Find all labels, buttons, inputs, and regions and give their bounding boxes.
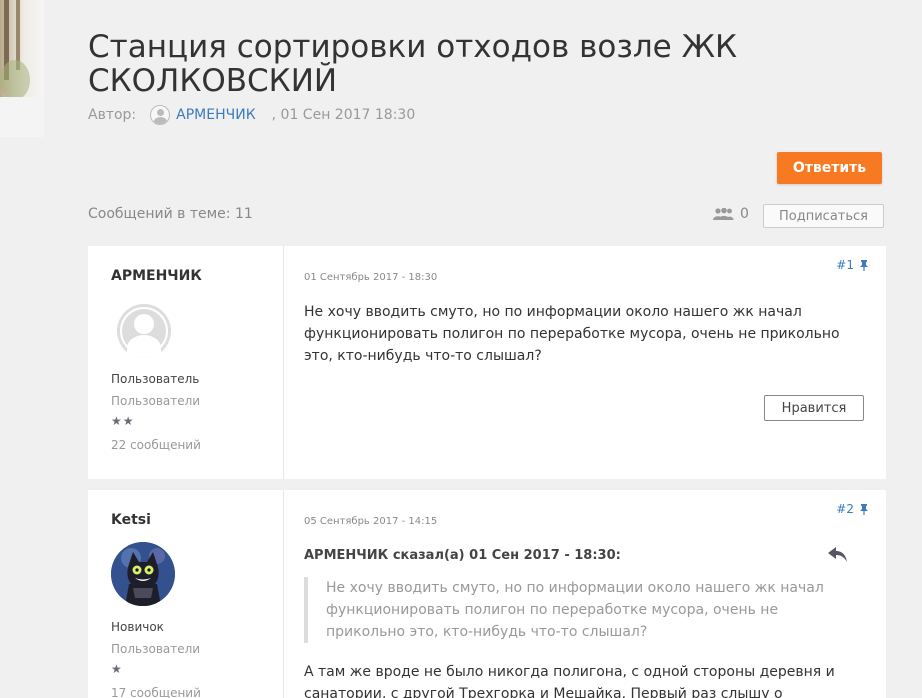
subscribe-button[interactable]: Подписаться xyxy=(763,204,884,228)
quote-author: АРМЕНЧИК сказал(а) 01 Сен 2017 - 18:30: xyxy=(304,547,621,563)
post-text: Не хочу вводить смуто, но по информации … xyxy=(304,304,840,364)
background-photo-strip xyxy=(0,0,44,137)
topic-title: Станция сортировки отходов возле ЖК СКОЛ… xyxy=(88,29,737,99)
post-number-link[interactable]: #2 xyxy=(836,502,868,516)
reply-arrow-icon[interactable] xyxy=(828,547,848,563)
post-number-link[interactable]: #1 xyxy=(836,258,868,272)
pin-icon xyxy=(860,259,868,271)
post-content: #1 01 Сентябрь 2017 - 18:30 Не хочу ввод… xyxy=(284,246,886,479)
followers-indicator[interactable]: 0 xyxy=(712,206,749,222)
topic-meta: Автор: АРМЕНЧИК , 01 Сен 2017 18:30 xyxy=(88,104,415,126)
author-rank: Пользователь xyxy=(111,372,200,386)
post-content: #2 05 Сентябрь 2017 - 14:15 АРМЕНЧИК ска… xyxy=(284,490,886,698)
quote-body: Не хочу вводить смуто, но по информации … xyxy=(304,577,844,643)
post-author-panel: АРМЕНЧИК Пользователь Пользователи ★★ 22… xyxy=(88,246,284,479)
author-post-count: 22 сообщений xyxy=(111,438,201,452)
post-2: Ketsi Новичок Пользователи ★ 17 сообщени… xyxy=(88,490,886,698)
reply-button[interactable]: Ответить xyxy=(777,152,882,184)
pin-icon xyxy=(860,503,868,515)
topic-date: , 01 Сен 2017 18:30 xyxy=(271,107,416,123)
messages-count: Сообщений в теме: 11 xyxy=(88,206,253,222)
author-rank: Новичок xyxy=(111,620,164,634)
post-author-name[interactable]: АРМЕНЧИК xyxy=(111,268,283,284)
post-number[interactable]: #1 xyxy=(836,258,854,272)
post-1: АРМЕНЧИК Пользователь Пользователи ★★ 22… xyxy=(88,246,886,479)
user-avatar-icon[interactable] xyxy=(150,105,171,125)
post-author-name[interactable]: Ketsi xyxy=(111,512,283,528)
followers-icon xyxy=(713,208,734,220)
default-avatar-icon[interactable] xyxy=(117,304,171,358)
like-button[interactable]: Нравится xyxy=(764,395,864,421)
quote-header: АРМЕНЧИК сказал(а) 01 Сен 2017 - 18:30: xyxy=(304,547,848,563)
cat-avatar-image xyxy=(111,542,175,606)
post-date: 05 Сентябрь 2017 - 14:15 xyxy=(304,516,438,527)
rank-stars-icon: ★★ xyxy=(111,414,135,428)
author-group: Пользователи xyxy=(111,642,201,656)
post-text: А там же вроде не было никогда полигона,… xyxy=(304,664,835,698)
topic-author-link[interactable]: АРМЕНЧИК xyxy=(176,107,255,123)
author-group: Пользователи xyxy=(111,394,201,408)
post-date: 01 Сентябрь 2017 - 18:30 xyxy=(304,272,438,283)
post-number[interactable]: #2 xyxy=(836,502,854,516)
author-post-count: 17 сообщений xyxy=(111,686,201,698)
cat-avatar-icon[interactable] xyxy=(111,542,175,606)
author-label: Автор: xyxy=(88,107,137,123)
post-author-panel: Ketsi Новичок Пользователи ★ 17 сообщени… xyxy=(88,490,284,698)
rank-stars-icon: ★ xyxy=(111,662,123,676)
followers-count: 0 xyxy=(740,206,749,222)
